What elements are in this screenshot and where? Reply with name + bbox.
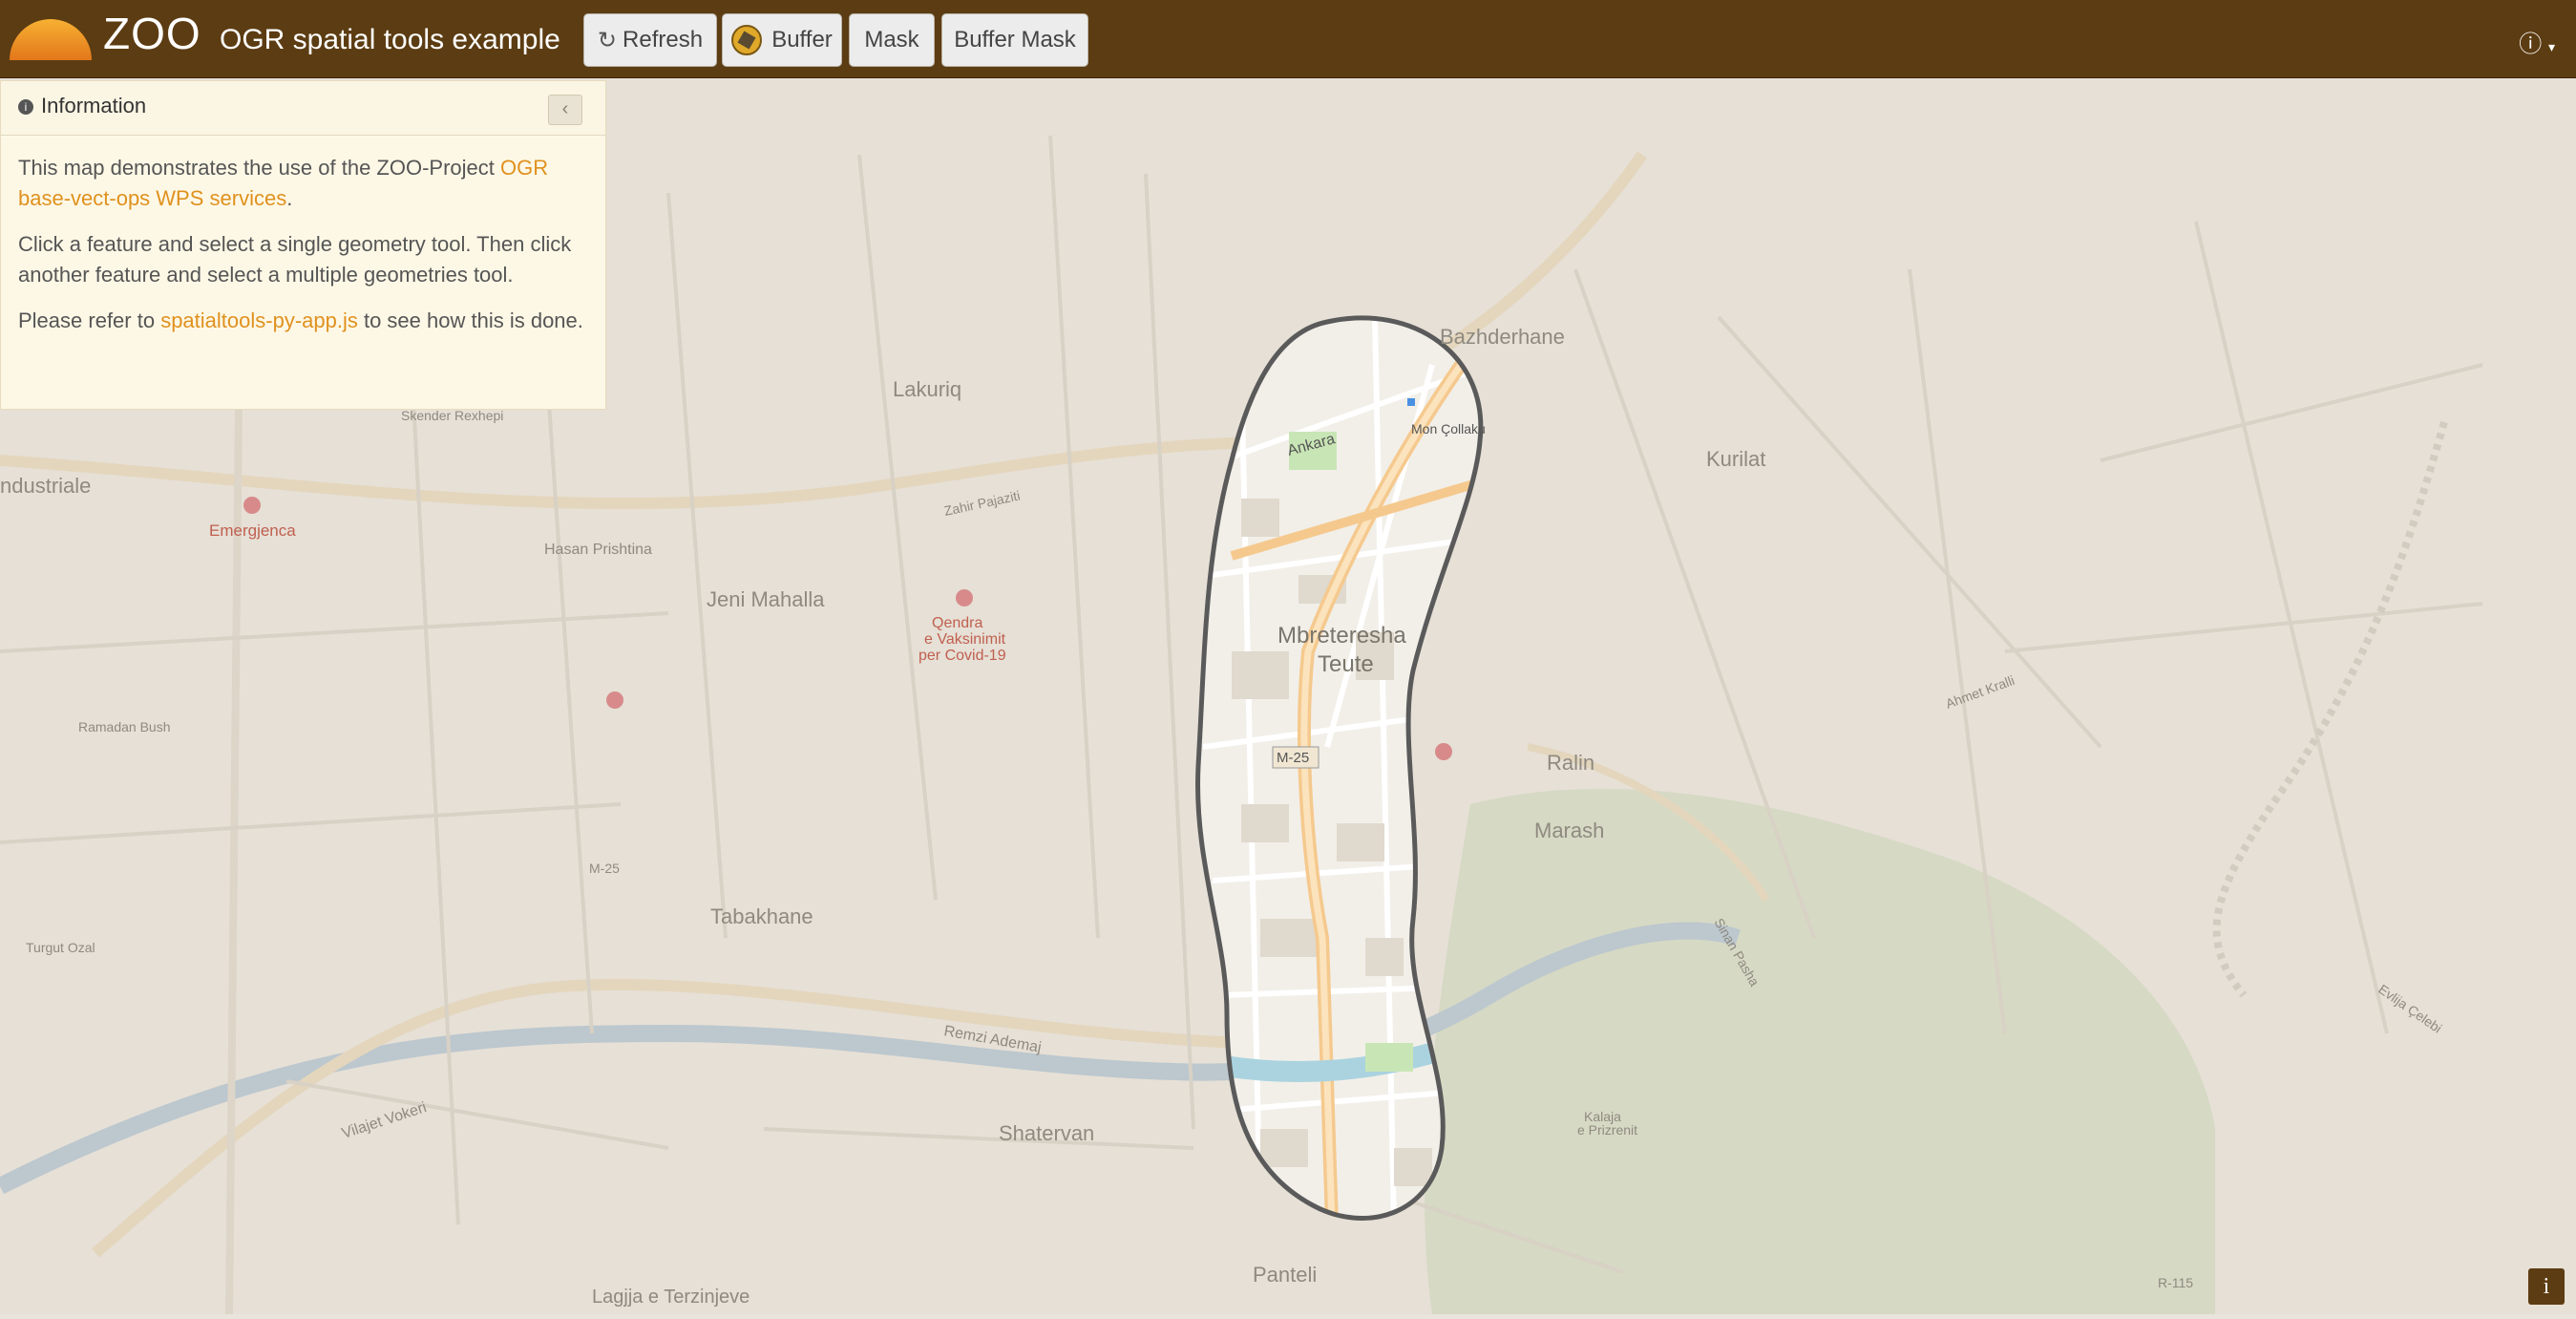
label-bazhderhane: Bazhderhane	[1440, 325, 1565, 349]
info-icon: i	[18, 99, 33, 115]
label-m25-road: M-25	[1277, 750, 1309, 766]
refresh-button[interactable]: ↻ Refresh	[583, 13, 717, 67]
label-ralin: Ralin	[1547, 751, 1594, 775]
information-panel: i Information ‹ This map demonstrates the…	[0, 80, 606, 410]
top-navbar: ZOO OGR spatial tools example ↻ Refresh …	[0, 0, 2576, 78]
label-industriale: ndustriale	[0, 474, 91, 498]
chevron-left-icon: ‹	[561, 98, 569, 119]
label-qendra: Qendra	[932, 615, 982, 631]
label-teute: Teute	[1318, 651, 1374, 677]
label-ramadan-bush: Ramadan Bush	[78, 719, 171, 734]
reference-text: Please refer to	[18, 308, 161, 332]
mask-button[interactable]: Mask	[849, 13, 935, 67]
label-jeni-mahalla: Jeni Mahalla	[707, 587, 825, 611]
label-lakuriq: Lakuriq	[893, 377, 961, 401]
label-turgut-ozal: Turgut Ozal	[26, 940, 95, 955]
refresh-icon: ↻	[597, 27, 618, 53]
page-title: OGR spatial tools example	[220, 24, 560, 55]
refresh-label: Refresh	[623, 27, 704, 53]
label-panteli: Panteli	[1253, 1263, 1317, 1287]
brand-title[interactable]: ZOO	[103, 8, 201, 59]
reference-end: to see how this is done.	[357, 308, 583, 332]
attribution-button[interactable]: i	[2528, 1268, 2565, 1305]
info-circle-icon: ⓘ	[2519, 32, 2543, 57]
buffer-button[interactable]: Buffer	[722, 13, 842, 67]
label-r115-road: R-115	[2158, 1275, 2193, 1290]
panel-body: This map demonstrates the use of the ZOO…	[1, 136, 605, 336]
intro-end: .	[286, 186, 293, 210]
label-tabakhane: Tabakhane	[710, 904, 813, 928]
buffer-mask-button[interactable]: Buffer Mask	[941, 13, 1088, 67]
label-skender-rexhepi: Skender Rexhepi	[401, 408, 503, 423]
label-mon-colaku: Mon Çollaku	[1411, 421, 1486, 436]
zoo-logo-icon	[10, 19, 92, 60]
reference-paragraph: Please refer to spatialtools-py-app.js t…	[18, 306, 588, 336]
info-dropdown-button[interactable]: ⓘ ▾	[2519, 25, 2555, 58]
collapse-panel-button[interactable]: ‹	[548, 95, 582, 125]
mask-label: Mask	[864, 27, 919, 53]
label-m25-road-west: M-25	[589, 861, 620, 876]
panel-header: i Information ‹	[1, 81, 605, 136]
label-prizrenit: e Prizrenit	[1577, 1122, 1637, 1138]
label-emergjenca: Emergjenca	[209, 521, 296, 540]
panel-title: i Information	[18, 94, 146, 118]
buffer-label: Buffer	[771, 27, 833, 53]
intro-text: This map demonstrates the use of the ZOO…	[18, 156, 500, 180]
buffer-mask-label: Buffer Mask	[954, 27, 1076, 53]
label-kurilat: Kurilat	[1706, 447, 1765, 471]
label-mbreteresha: Mbreteresha	[1277, 623, 1406, 649]
label-qendra-2: e Vaksinimit	[924, 631, 1006, 648]
source-file-link[interactable]: spatialtools-py-app.js	[160, 308, 358, 332]
label-hasan-prishtina: Hasan Prishtina	[544, 542, 652, 558]
instructions-paragraph: Click a feature and select a single geom…	[18, 232, 572, 287]
intro-paragraph: This map demonstrates the use of the ZOO…	[18, 153, 588, 214]
label-shatervan: Shatervan	[999, 1121, 1094, 1145]
label-qendra-3: per Covid-19	[918, 648, 1006, 664]
panel-title-text: Information	[41, 94, 147, 117]
buffer-icon	[731, 25, 763, 55]
caret-down-icon: ▾	[2547, 39, 2555, 54]
label-lagjja: Lagjja e Terzinjeve	[592, 1287, 750, 1308]
label-marash: Marash	[1534, 819, 1604, 842]
